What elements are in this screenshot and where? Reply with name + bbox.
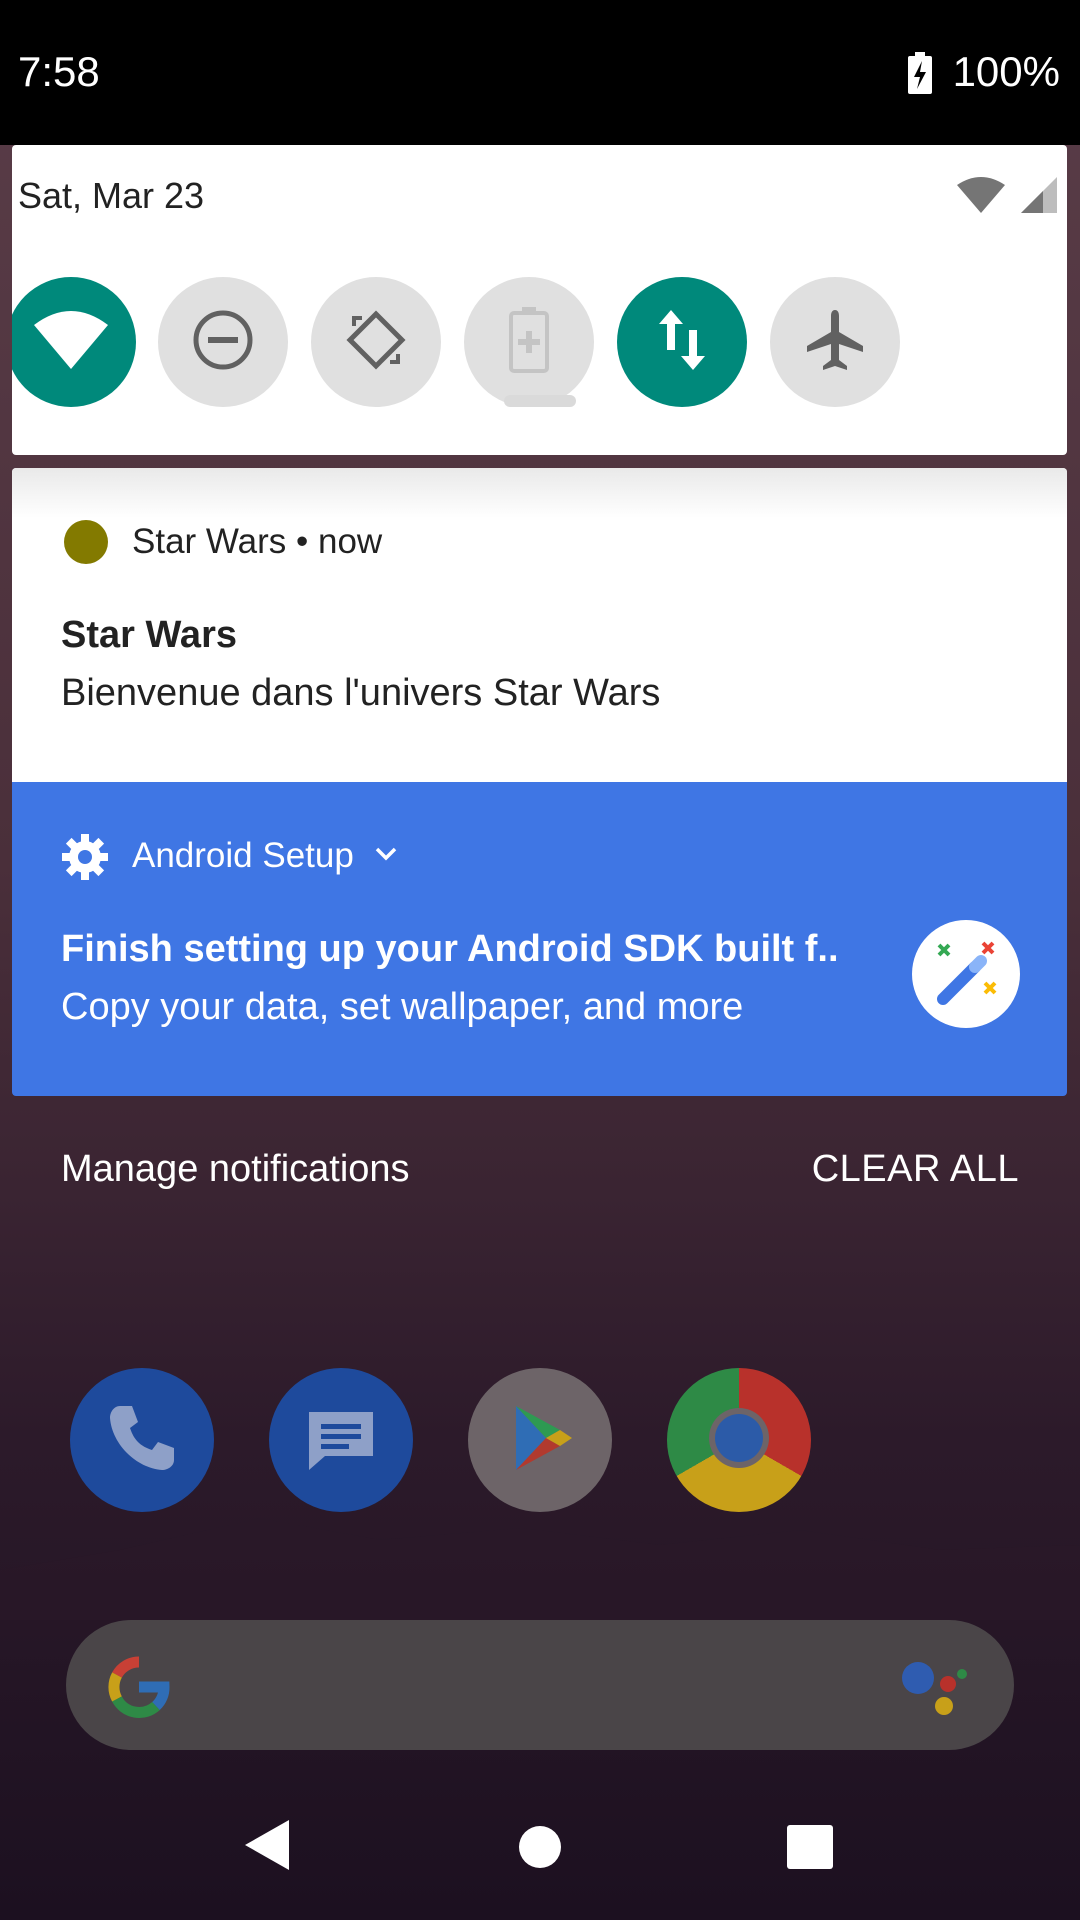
notification-android-setup[interactable]: Android Setup Finish setting up your And… (12, 782, 1067, 1096)
chrome-app[interactable] (667, 1368, 811, 1512)
battery-saver-icon (509, 306, 549, 378)
nav-home-button[interactable] (518, 1825, 562, 1874)
notification-time: now (318, 522, 383, 561)
google-search-bar[interactable] (66, 1620, 1014, 1750)
status-time: 7:58 (18, 48, 100, 95)
notification-header: Star Wars • now (132, 522, 382, 562)
messages-icon (301, 1398, 381, 1483)
auto-rotate-tile[interactable] (311, 277, 441, 407)
wifi-icon (34, 310, 108, 374)
google-logo-icon (104, 1652, 174, 1727)
setup-wand-icon (912, 920, 1020, 1028)
signal-strength-icon (1021, 177, 1057, 218)
quick-settings-panel: Sat, Mar 23 (12, 145, 1067, 455)
play-store-icon (500, 1398, 580, 1483)
mobile-data-tile[interactable] (617, 277, 747, 407)
header-separator: • (296, 522, 318, 561)
wifi-tile[interactable] (12, 277, 136, 407)
nav-recents-button[interactable] (787, 1825, 833, 1874)
phone-app[interactable] (70, 1368, 214, 1512)
back-icon (245, 1820, 289, 1874)
notification-text: Bienvenue dans l'univers Star Wars (61, 672, 661, 714)
wallpaper-mountains (0, 1500, 1080, 1625)
chevron-down-icon[interactable] (374, 846, 398, 867)
wifi-status-icon (957, 177, 1005, 218)
gear-icon (62, 834, 108, 885)
star-wars-app-icon (64, 520, 108, 564)
notification-title: Finish setting up your Android SDK built… (61, 928, 839, 970)
do-not-disturb-icon (191, 308, 255, 377)
auto-rotate-icon (344, 308, 408, 377)
home-icon (518, 1826, 562, 1873)
card-top-shade (12, 468, 1067, 518)
assistant-icon[interactable] (900, 1658, 970, 1723)
clear-all-button[interactable]: CLEAR ALL (812, 1148, 1019, 1191)
recents-icon (787, 1825, 833, 1873)
qs-expand-handle[interactable] (504, 395, 576, 407)
notification-app-name: Star Wars (132, 522, 287, 561)
chrome-icon (699, 1398, 779, 1483)
play-store-app[interactable] (468, 1368, 612, 1512)
qs-date: Sat, Mar 23 (18, 175, 205, 216)
messages-app[interactable] (269, 1368, 413, 1512)
notification-title: Star Wars (61, 614, 237, 656)
nav-back-button[interactable] (245, 1820, 289, 1875)
mobile-data-icon (657, 309, 707, 375)
phone-icon (102, 1398, 182, 1483)
manage-notifications-button[interactable]: Manage notifications (61, 1148, 410, 1191)
battery-percentage: 100% (952, 48, 1060, 95)
battery-saver-tile[interactable] (464, 277, 594, 407)
notification-text: Copy your data, set wallpaper, and more (61, 986, 744, 1028)
notification-star-wars[interactable]: Star Wars • now Star Wars Bienvenue dans… (12, 468, 1067, 782)
notification-app-name: Android Setup (132, 836, 354, 875)
battery-charging-icon (908, 52, 932, 99)
airplane-icon (803, 308, 867, 377)
dnd-tile[interactable] (158, 277, 288, 407)
airplane-mode-tile[interactable] (770, 277, 900, 407)
